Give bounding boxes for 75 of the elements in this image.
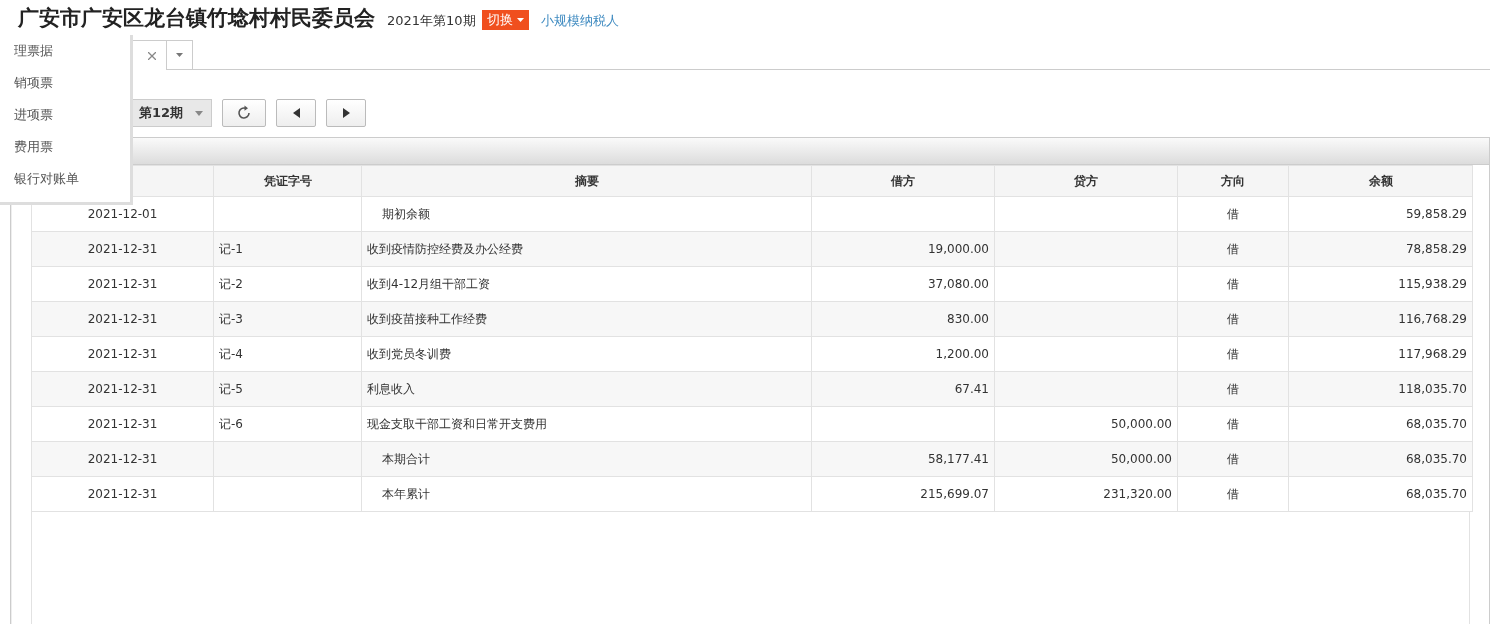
table-cell: 借 xyxy=(1177,301,1289,337)
left-triangle-icon xyxy=(292,108,300,118)
table-cell: 116,768.29 xyxy=(1288,301,1473,337)
table-cell: 收到疫情防控经费及办公经费 xyxy=(361,231,812,267)
table-cell: 231,320.00 xyxy=(994,476,1178,512)
table-cell: 50,000.00 xyxy=(994,406,1178,442)
table-cell: 118,035.70 xyxy=(1288,371,1473,407)
period-text: 2021年第10期 xyxy=(387,12,476,30)
table-cell: 117,968.29 xyxy=(1288,336,1473,372)
table-cell: 收到4-12月组干部工资 xyxy=(361,266,812,302)
table-cell: 记-6 xyxy=(213,406,362,442)
table-cell: 37,080.00 xyxy=(811,266,995,302)
next-button[interactable] xyxy=(326,99,366,127)
table-cell: 830.00 xyxy=(811,301,995,337)
table-cell: 本年累计 xyxy=(361,476,812,512)
menu-item[interactable]: 费用票 xyxy=(0,132,130,164)
table-cell: 2021-12-31 xyxy=(31,301,214,337)
previous-button[interactable] xyxy=(276,99,316,127)
column-header: 凭证字号 xyxy=(213,165,362,197)
caret-icon xyxy=(195,110,203,116)
table-cell: 50,000.00 xyxy=(994,441,1178,477)
table-cell: 67.41 xyxy=(811,371,995,407)
table-cell: 借 xyxy=(1177,371,1289,407)
column-header: 方向 xyxy=(1177,165,1289,197)
table-cell: 借 xyxy=(1177,476,1289,512)
table-cell: 记-1 xyxy=(213,231,362,267)
table-cell: 记-4 xyxy=(213,336,362,372)
table-cell: 68,035.70 xyxy=(1288,406,1473,442)
table-cell: 2021-12-31 xyxy=(31,231,214,267)
table-cell: 2021-12-31 xyxy=(31,441,214,477)
table-cell: 59,858.29 xyxy=(1288,196,1473,232)
table-cell: 215,699.07 xyxy=(811,476,995,512)
menu-item[interactable]: 银行对账单 xyxy=(0,164,130,196)
table-cell: 68,035.70 xyxy=(1288,441,1473,477)
table-cell: 记-5 xyxy=(213,371,362,407)
table-cell: 2021-12-31 xyxy=(31,336,214,372)
page-title: 广安市广安区龙台镇竹埝村村民委员会 xyxy=(18,5,375,32)
table-cell: 记-2 xyxy=(213,266,362,302)
caret-icon xyxy=(176,53,183,57)
column-header: 摘要 xyxy=(361,165,812,197)
table-cell: 期初余额 xyxy=(361,196,812,232)
table-cell: 借 xyxy=(1177,336,1289,372)
taxpayer-link[interactable]: 小规模纳税人 xyxy=(540,12,619,32)
table-cell: 现金支取干部工资和日常开支费用 xyxy=(361,406,812,442)
table-cell: 借 xyxy=(1177,406,1289,442)
table-cell: 收到党员冬训费 xyxy=(361,336,812,372)
table-cell: 利息收入 xyxy=(361,371,812,407)
table-cell: 115,938.29 xyxy=(1288,266,1473,302)
menu-item[interactable]: 理票据 xyxy=(0,36,130,68)
table-cell: 借 xyxy=(1177,231,1289,267)
table-cell: 68,035.70 xyxy=(1288,476,1473,512)
caret-icon xyxy=(516,18,524,22)
table-cell: 2021-12-31 xyxy=(31,476,214,512)
close-icon[interactable] xyxy=(148,51,156,60)
table-cell: 借 xyxy=(1177,441,1289,477)
table-cell: 借 xyxy=(1177,196,1289,232)
column-header: 余额 xyxy=(1288,165,1473,197)
table-cell: 本期合计 xyxy=(361,441,812,477)
table-cell: 收到疫苗接种工作经费 xyxy=(361,301,812,337)
table-cell: 78,858.29 xyxy=(1288,231,1473,267)
column-header: 借方 xyxy=(811,165,995,197)
table-cell: 2021-12-31 xyxy=(31,406,214,442)
table-cell: 记-3 xyxy=(213,301,362,337)
switch-button[interactable]: 切换 xyxy=(481,10,529,30)
refresh-button[interactable] xyxy=(222,99,266,127)
right-triangle-icon xyxy=(342,108,350,118)
table-cell: 借 xyxy=(1177,266,1289,302)
menu-item[interactable]: 销项票 xyxy=(0,68,130,100)
table-cell: 19,000.00 xyxy=(811,231,995,267)
column-header: 贷方 xyxy=(994,165,1178,197)
table-cell: 58,177.41 xyxy=(811,441,995,477)
table-cell: 1,200.00 xyxy=(811,336,995,372)
refresh-icon xyxy=(236,105,252,121)
table-cell: 2021-12-31 xyxy=(31,266,214,302)
table-cell: 2021-12-31 xyxy=(31,371,214,407)
